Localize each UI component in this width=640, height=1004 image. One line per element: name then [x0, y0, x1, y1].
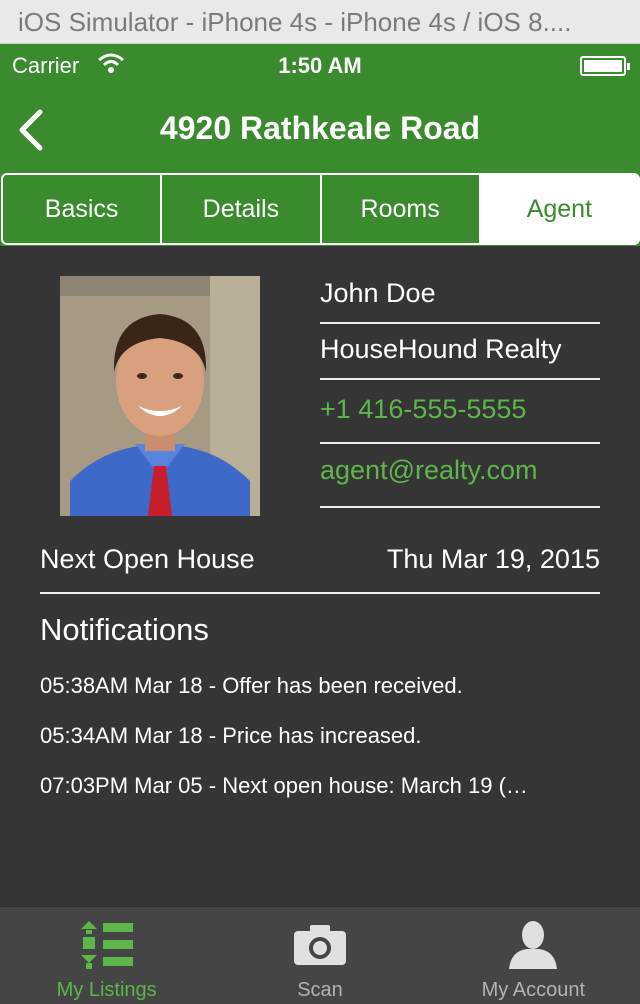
segment-details[interactable]: Details	[162, 175, 322, 243]
tab-scan[interactable]: Scan	[213, 907, 426, 1004]
notification-item: 05:38AM Mar 18 - Offer has been received…	[40, 673, 463, 698]
agent-company: HouseHound Realty	[320, 334, 600, 380]
agent-email-link[interactable]: agent@realty.com	[320, 455, 600, 508]
agent-phone-text: +1 416-555-5555	[320, 394, 527, 424]
status-bar: Carrier 1:50 AM	[0, 44, 640, 86]
simulator-title: iOS Simulator - iPhone 4s - iPhone 4s / …	[18, 7, 572, 37]
segmented-control: Basics Details Rooms Agent	[1, 173, 640, 245]
next-open-house-row: Next Open House Thu Mar 19, 2015	[40, 540, 600, 594]
open-house-label: Next Open House	[40, 544, 255, 574]
battery-icon	[580, 56, 630, 76]
segment-agent[interactable]: Agent	[480, 175, 638, 243]
status-time: 1:50 AM	[278, 53, 362, 78]
tab-my-account-label: My Account	[481, 979, 586, 1001]
tab-my-account[interactable]: My Account	[427, 907, 640, 1004]
agent-email-text: agent@realty.com	[320, 455, 538, 485]
tab-bar: My Listings Scan My Account	[0, 906, 640, 1004]
agent-name: John Doe	[320, 278, 600, 324]
tab-scan-label: Scan	[297, 979, 343, 1001]
tab-my-listings[interactable]: My Listings	[0, 907, 213, 1004]
open-house-date: Thu Mar 19, 2015	[386, 544, 600, 574]
page-title: 4920 Rathkeale Road	[159, 110, 481, 146]
camera-icon	[293, 925, 346, 965]
segment-basics[interactable]: Basics	[3, 175, 163, 243]
segment-rooms[interactable]: Rooms	[322, 175, 481, 243]
agent-company-text: HouseHound Realty	[320, 334, 562, 364]
simulator-title-bar: iOS Simulator - iPhone 4s - iPhone 4s / …	[0, 0, 640, 44]
agent-photo	[60, 276, 260, 516]
person-icon	[509, 921, 558, 969]
tab-my-listings-label: My Listings	[56, 979, 157, 1001]
notifications-heading: Notifications	[40, 612, 209, 647]
notification-item: 05:34AM Mar 18 - Price has increased.	[40, 723, 422, 748]
list-icon	[80, 921, 133, 969]
notification-item: 07:03PM Mar 05 - Next open house: March …	[40, 773, 528, 798]
agent-name-text: John Doe	[320, 278, 436, 308]
agent-phone-link[interactable]: +1 416-555-5555	[320, 394, 600, 444]
navigation-bar: 4920 Rathkeale Road	[0, 86, 640, 172]
